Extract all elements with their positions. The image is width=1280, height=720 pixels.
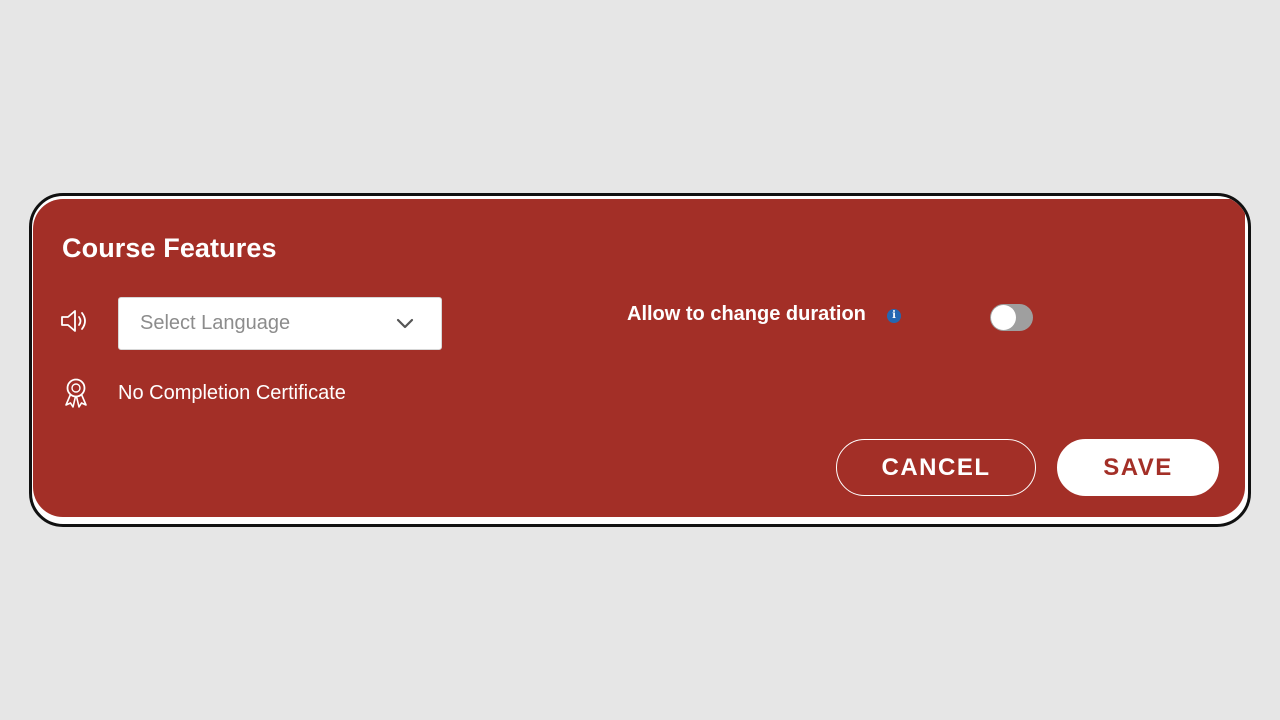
speaker-icon: [61, 310, 86, 332]
cancel-button[interactable]: CANCEL: [836, 439, 1036, 496]
save-button[interactable]: SAVE: [1057, 439, 1219, 496]
toggle-knob: [991, 305, 1016, 330]
chevron-down-icon: [396, 318, 414, 329]
course-features-panel: Course Features Select Language No Compl…: [33, 199, 1245, 517]
language-select[interactable]: Select Language: [118, 297, 442, 350]
change-duration-toggle[interactable]: [990, 304, 1033, 331]
change-duration-label: Allow to change duration: [627, 303, 866, 325]
dialog-frame: Course Features Select Language No Compl…: [29, 193, 1251, 527]
info-icon[interactable]: i: [887, 309, 901, 323]
language-select-value: Select Language: [140, 312, 291, 334]
award-ribbon-icon: [65, 378, 87, 408]
certificate-label: No Completion Certificate: [118, 382, 346, 404]
panel-title: Course Features: [62, 233, 277, 263]
page: Course Features Select Language No Compl…: [0, 0, 1280, 720]
